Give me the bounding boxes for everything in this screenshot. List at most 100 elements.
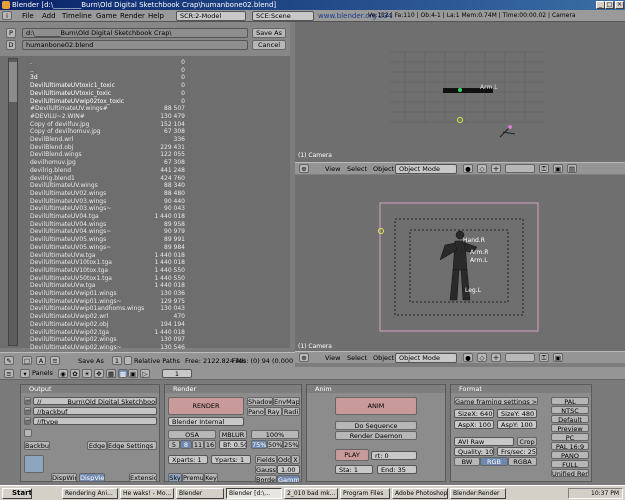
file-row[interactable]: DevilBlend.wings 122 055 — [30, 151, 185, 159]
menu-select[interactable]: Select — [347, 165, 367, 173]
osa-5-button[interactable]: 5 — [168, 440, 180, 449]
task-photoshop[interactable]: Adobe Photoshop — [392, 488, 448, 499]
start-button[interactable]: Start — [2, 488, 32, 499]
backbuf-folder-icon[interactable]: ▤ — [24, 407, 31, 415]
crop-button[interactable]: Crop — [517, 437, 537, 446]
file-row[interactable]: DevilUltimateUVwip01andhoms.wings 130 043 — [30, 305, 185, 313]
save-as-button[interactable]: Save As — [252, 28, 286, 38]
percent-25-button[interactable]: 25% — [283, 440, 299, 449]
do-sequence-button[interactable]: Do Sequence — [335, 421, 417, 430]
gauss-value[interactable]: 1.00 — [277, 465, 300, 474]
radio-button[interactable]: Radi — [282, 407, 300, 416]
preset-pc[interactable]: PC — [551, 433, 589, 441]
file-window-type-icon[interactable]: ✎ — [4, 356, 14, 365]
file-row[interactable]: DevilUltimateUV02.wings 88 480 — [30, 190, 185, 198]
file-row[interactable]: devilrig.blend 441 248 — [30, 167, 185, 175]
osa-8-button[interactable]: 8 — [180, 440, 192, 449]
task-blender[interactable]: Blender — [176, 488, 224, 499]
fps-field[interactable]: Frs/sec: 25 — [497, 447, 537, 456]
preset-preview[interactable]: Preview — [551, 424, 589, 432]
renderer-selector[interactable]: Blender Internal — [168, 417, 244, 426]
output-folder-icon[interactable]: ▤ — [24, 397, 31, 405]
file-row[interactable]: DevilBlend.obj 229 431 — [30, 144, 185, 152]
dispview-button[interactable]: DispView — [79, 473, 105, 482]
file-row[interactable]: DevilUltimateUVwip02tox_toxic 0 — [30, 98, 185, 106]
anim-sub-icon[interactable]: ▷ — [140, 369, 150, 378]
preset-ntsc[interactable]: NTSC — [551, 406, 589, 414]
percent-100-button[interactable]: 100% — [251, 430, 299, 439]
logic-context-icon[interactable]: ◉ — [58, 369, 68, 378]
file-row[interactable]: DevilUltimateUV10tox.tga 1 440 550 — [30, 267, 185, 275]
parent-dir-button[interactable]: P — [6, 28, 16, 38]
task-program-files[interactable]: Program Files — [340, 488, 390, 499]
output-path-field[interactable]: //________Burn\Old Digital Sketchbook Cr… — [33, 397, 157, 405]
percent-75-button[interactable]: 75% — [251, 440, 267, 449]
task-blender-render[interactable]: Blender:Render — [450, 488, 506, 499]
bf-field[interactable]: Bf: 0.50 — [219, 440, 247, 449]
game-framing-button[interactable]: Game framing settings >> — [454, 397, 538, 405]
task-bad-mk[interactable]: 2_010 bad mk... — [284, 488, 338, 499]
object-context-icon[interactable]: ✥ — [94, 369, 104, 378]
mode-selector[interactable]: Object Mode — [395, 164, 457, 174]
gamma-button[interactable]: Gamma — [277, 475, 300, 483]
fullscreen-icon[interactable]: □ — [22, 356, 32, 365]
drive-button[interactable]: D — [6, 40, 16, 50]
file-row[interactable]: DevilUltimateUV04.tga 1 440 018 — [30, 213, 185, 221]
percent-50-button[interactable]: 50% — [267, 440, 283, 449]
scene-context-icon[interactable]: ▩ — [118, 369, 128, 378]
close-button[interactable]: × — [615, 1, 624, 9]
task-he-waks[interactable]: He waks! - Mo... — [120, 488, 174, 499]
file-row[interactable]: DevilUltimateUV.wings 88 340 — [30, 182, 185, 190]
file-row[interactable]: DevilUltimateUVwip02.tga 1 440 018 — [30, 329, 185, 337]
preset-default[interactable]: Default — [551, 415, 589, 423]
start-frame-field[interactable]: Sta: 1 — [335, 465, 373, 474]
info-window-type-icon[interactable]: i — [2, 11, 12, 20]
buttons-window-type-icon[interactable]: ≡ — [4, 369, 14, 378]
file-row[interactable]: DevilUltimateUVwip02.wrl 470 — [30, 313, 185, 321]
osa-11-button[interactable]: 11 — [192, 440, 204, 449]
fields-button[interactable]: Fields — [255, 455, 277, 464]
file-row[interactable]: .0 — [30, 59, 185, 67]
file-row[interactable]: DevilUltimateUVwip01.wings 130 036 — [30, 290, 185, 298]
gauss-button[interactable]: Gauss — [255, 465, 277, 474]
lock-icon-2[interactable]: ⚿ — [539, 353, 549, 362]
file-row[interactable]: DevilUltimateUV05.wings~ 89 984 — [30, 244, 185, 252]
yparts-field[interactable]: Yparts: 1 — [211, 455, 251, 464]
screen-selector[interactable]: SCR:2-Model — [176, 11, 246, 21]
envmap-button[interactable]: EnvMap — [273, 397, 300, 406]
sort-icon[interactable]: A — [36, 356, 46, 365]
menu-view-2[interactable]: View — [325, 354, 340, 362]
thumbnail-grid-icon[interactable] — [24, 455, 44, 473]
render-preview-icon-2[interactable]: ▣ — [553, 353, 563, 362]
shading-context-icon[interactable]: ☀ — [82, 369, 92, 378]
pano-button[interactable]: Pano — [247, 407, 265, 416]
sizey-field[interactable]: SizeY: 480 — [497, 409, 537, 418]
preset-pal[interactable]: PAL — [551, 397, 589, 405]
backbuf-button[interactable]: Backbuf — [24, 441, 50, 450]
copy-icon[interactable]: ▤ — [567, 164, 577, 173]
menu-game[interactable]: Game — [96, 12, 117, 20]
filename-field[interactable]: humanbone02.blend — [22, 40, 248, 50]
render-daemon-button[interactable]: Render Daemon — [335, 431, 417, 440]
rgba-button[interactable]: RGBA — [508, 457, 537, 466]
odd-button[interactable]: Odd — [277, 455, 291, 464]
menu-select-2[interactable]: Select — [347, 354, 367, 362]
sky-button[interactable]: Sky — [168, 473, 182, 482]
file-row[interactable]: .. 0 — [30, 67, 185, 75]
backbuf-path-field[interactable]: //backbuf — [33, 407, 157, 415]
border-button[interactable]: Border — [255, 475, 277, 483]
relative-paths-toggle[interactable] — [124, 356, 132, 365]
menu-view[interactable]: View — [325, 165, 340, 173]
options-icon[interactable]: 1 — [112, 356, 122, 365]
end-frame-field[interactable]: End: 35 — [377, 465, 417, 474]
dir-path-field[interactable]: d:\________Burn\Old Digital Sketchbook C… — [22, 28, 248, 38]
play-button[interactable]: PLAY — [335, 449, 369, 461]
pivot-icon-2[interactable]: ◇ — [477, 353, 487, 362]
xparts-field[interactable]: Xparts: 1 — [168, 455, 208, 464]
aspy-field[interactable]: AspY: 100 — [497, 420, 537, 429]
osa-16-button[interactable]: 16 — [204, 440, 216, 449]
lock-toggle[interactable] — [24, 429, 32, 437]
file-row[interactable]: DevilUltimateUVtoxic1_toxic 0 — [30, 82, 185, 90]
file-row[interactable]: DevilUltimateUVtoxic_toxic 0 — [30, 90, 185, 98]
viewport-top[interactable]: (1) Camera Arm.L — [295, 22, 625, 162]
